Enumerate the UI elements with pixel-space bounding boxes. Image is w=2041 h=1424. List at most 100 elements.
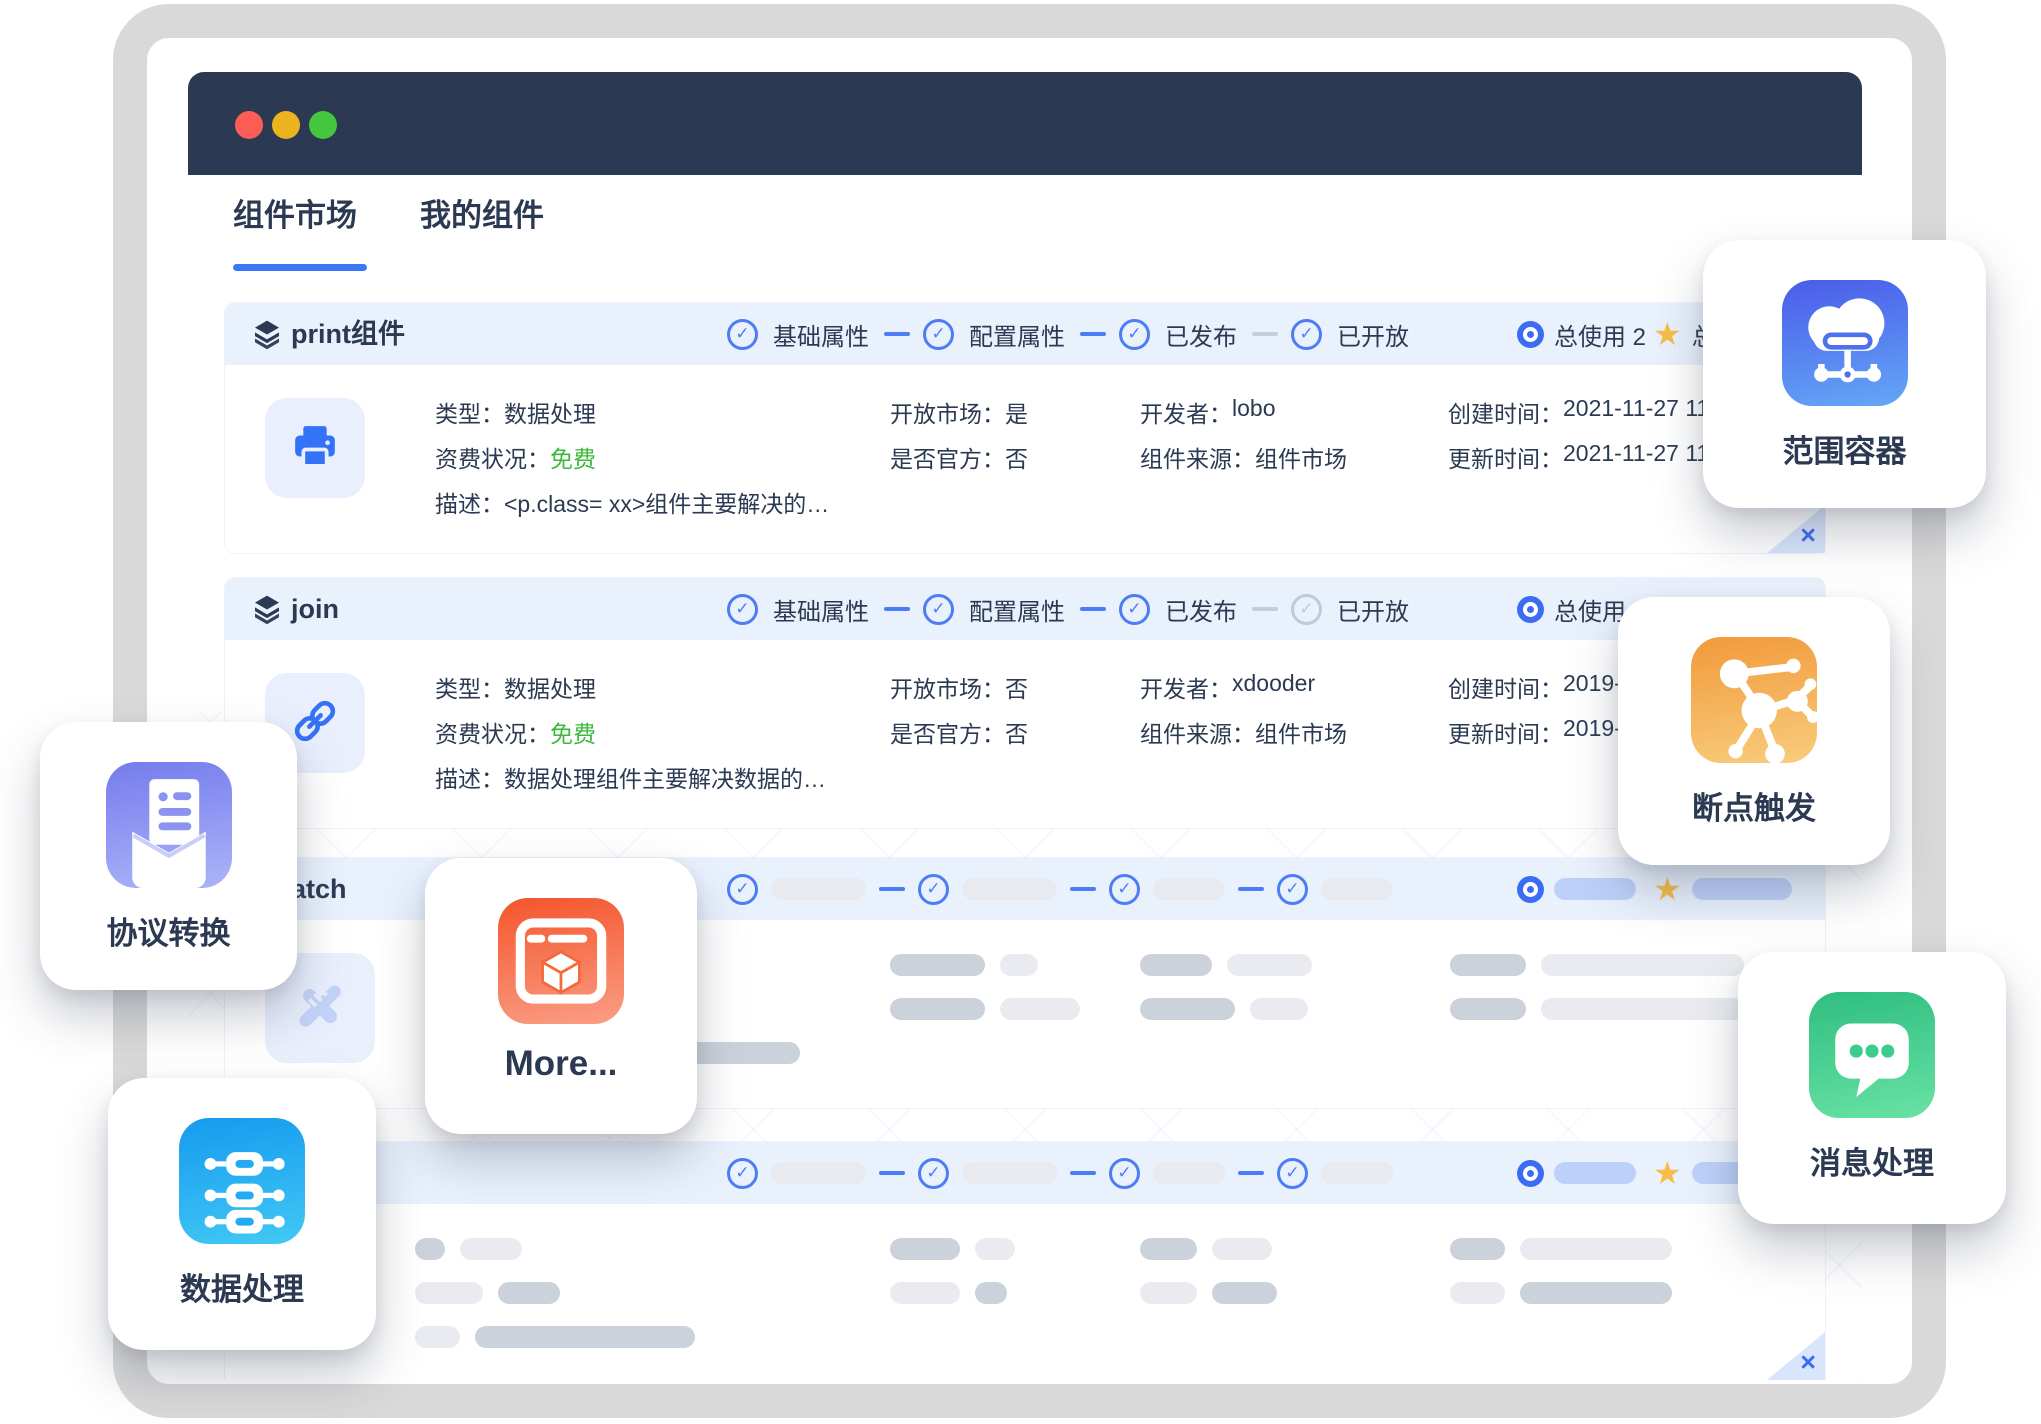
link-icon [287, 693, 343, 754]
skeleton-pill [1450, 1238, 1505, 1260]
step-label: 配置属性 [969, 317, 1065, 352]
field-official: 是否官方：否 [890, 715, 1028, 749]
skeleton-pill [962, 878, 1057, 900]
field-description: 描述：<p.class= xx>组件主要解决的… [435, 485, 829, 519]
step-check-icon [1291, 594, 1322, 625]
field-source: 组件来源：组件市场 [1140, 715, 1347, 749]
skeleton-pill [1000, 998, 1080, 1020]
float-card-label: 数据处理 [108, 1264, 376, 1309]
step-connector [1252, 332, 1278, 336]
component-name: atch [291, 858, 347, 920]
usage-badge: 总使用 2 [1517, 303, 1646, 365]
usage-label: 总使用 2 [1554, 317, 1646, 352]
printer-icon [287, 418, 343, 479]
float-card-protocol-conversion[interactable]: 协议转换 [40, 722, 297, 990]
card-header [225, 1142, 1825, 1204]
field-updated: 更新时间：2019-1 [1448, 715, 1635, 749]
skeleton-pill [1250, 998, 1308, 1020]
step-connector [1252, 607, 1278, 611]
step-connector [879, 1171, 905, 1175]
minimize-window-dot[interactable] [272, 111, 300, 139]
field-updated: 更新时间：2021-11-27 11:2 [1448, 440, 1728, 474]
step-connector [1070, 887, 1096, 891]
step-progress [727, 1142, 1393, 1204]
step-check-icon [923, 319, 954, 350]
step-label: 已发布 [1165, 592, 1237, 627]
skeleton-pill [1140, 1282, 1197, 1304]
float-card-label: More... [425, 1044, 697, 1084]
float-card-range-container[interactable]: 范围容器 [1703, 240, 1986, 508]
field-open-market: 开放市场：是 [890, 395, 1028, 429]
float-card-label: 断点触发 [1618, 783, 1890, 828]
step-progress [727, 858, 1393, 920]
maximize-window-dot[interactable] [309, 111, 337, 139]
data-pipeline-icon [179, 1118, 305, 1244]
float-card-breakpoint-trigger[interactable]: 断点触发 [1618, 597, 1890, 865]
skeleton-pill [415, 1238, 445, 1260]
tab-component-market[interactable]: 组件市场 [233, 190, 357, 235]
close-window-dot[interactable] [235, 111, 263, 139]
step-check-icon [1119, 319, 1150, 350]
window-titlebar [188, 72, 1862, 175]
skeleton-pill [1212, 1282, 1277, 1304]
skeleton-pill [415, 1282, 483, 1304]
component-icon-tile [265, 398, 365, 498]
step-label: 基础属性 [773, 592, 869, 627]
skeleton-pill [890, 954, 985, 976]
card-header: join 基础属性 配置属性 已发布 已开放 总使用 6 [225, 578, 1825, 640]
tab-my-components[interactable]: 我的组件 [420, 190, 544, 235]
field-developer: 开发者：lobo [1140, 395, 1275, 429]
component-card-join: join 基础属性 配置属性 已发布 已开放 总使用 6 [225, 578, 1825, 828]
step-check-icon [1291, 319, 1322, 350]
skeleton-pill [962, 1162, 1057, 1184]
field-type: 类型：数据处理 [435, 670, 596, 704]
skeleton-pill [1450, 998, 1526, 1020]
component-card-print: print组件 基础属性 配置属性 已发布 已开放 总使用 2 [225, 303, 1825, 553]
step-progress: 基础属性 配置属性 已发布 已开放 [727, 578, 1411, 640]
float-card-message-processing[interactable]: 消息处理 [1738, 952, 2006, 1224]
float-card-data-processing[interactable]: 数据处理 [108, 1078, 376, 1350]
step-label: 已开放 [1337, 592, 1409, 627]
skeleton-pill [1450, 954, 1526, 976]
float-card-label: 消息处理 [1738, 1138, 2006, 1183]
views-icon [1517, 876, 1544, 903]
component-name: print组件 [291, 303, 405, 365]
browser-cube-icon [498, 898, 624, 1024]
star-icon [1653, 873, 1682, 905]
step-label: 配置属性 [969, 592, 1065, 627]
card-corner-fold[interactable] [1767, 1332, 1825, 1380]
skeleton-pill [1554, 1162, 1636, 1184]
step-connector [1070, 1171, 1096, 1175]
skeleton-pill [1227, 954, 1312, 976]
skeleton-pill [1520, 1282, 1672, 1304]
step-connector [879, 887, 905, 891]
skeleton-pill [1541, 998, 1744, 1020]
skeleton-pill [1321, 878, 1393, 900]
card-header: print组件 基础属性 配置属性 已发布 已开放 总使用 2 [225, 303, 1825, 365]
app-canvas: 组件市场 我的组件 print组件 基础属性 [0, 0, 2041, 1424]
step-check-icon [727, 319, 758, 350]
card-corner-fold[interactable] [1767, 505, 1825, 553]
views-icon [1517, 596, 1544, 623]
field-fee: 资费状况：免费 [435, 715, 596, 749]
step-check-icon [1277, 874, 1308, 905]
close-icon[interactable]: × [1800, 1349, 1816, 1376]
document-envelope-icon [106, 762, 232, 888]
step-label: 基础属性 [773, 317, 869, 352]
float-card-more[interactable]: More... [425, 858, 697, 1134]
field-type: 类型：数据处理 [435, 395, 596, 429]
step-check-icon [1119, 594, 1150, 625]
float-card-label: 协议转换 [40, 908, 297, 953]
step-check-icon [727, 1158, 758, 1189]
close-icon[interactable]: × [1800, 522, 1816, 549]
skeleton-pill [415, 1326, 460, 1348]
app-window: 组件市场 我的组件 print组件 基础属性 [188, 72, 1862, 1380]
skeleton-pill [1140, 998, 1235, 1020]
star-icon [1653, 318, 1682, 350]
field-developer: 开发者：xdooder [1140, 670, 1315, 704]
usage-badge [1517, 858, 1636, 920]
skeleton-pill [1554, 878, 1636, 900]
step-progress: 基础属性 配置属性 已发布 已开放 [727, 303, 1411, 365]
step-check-icon [727, 874, 758, 905]
skeleton-pill [1321, 1162, 1393, 1184]
